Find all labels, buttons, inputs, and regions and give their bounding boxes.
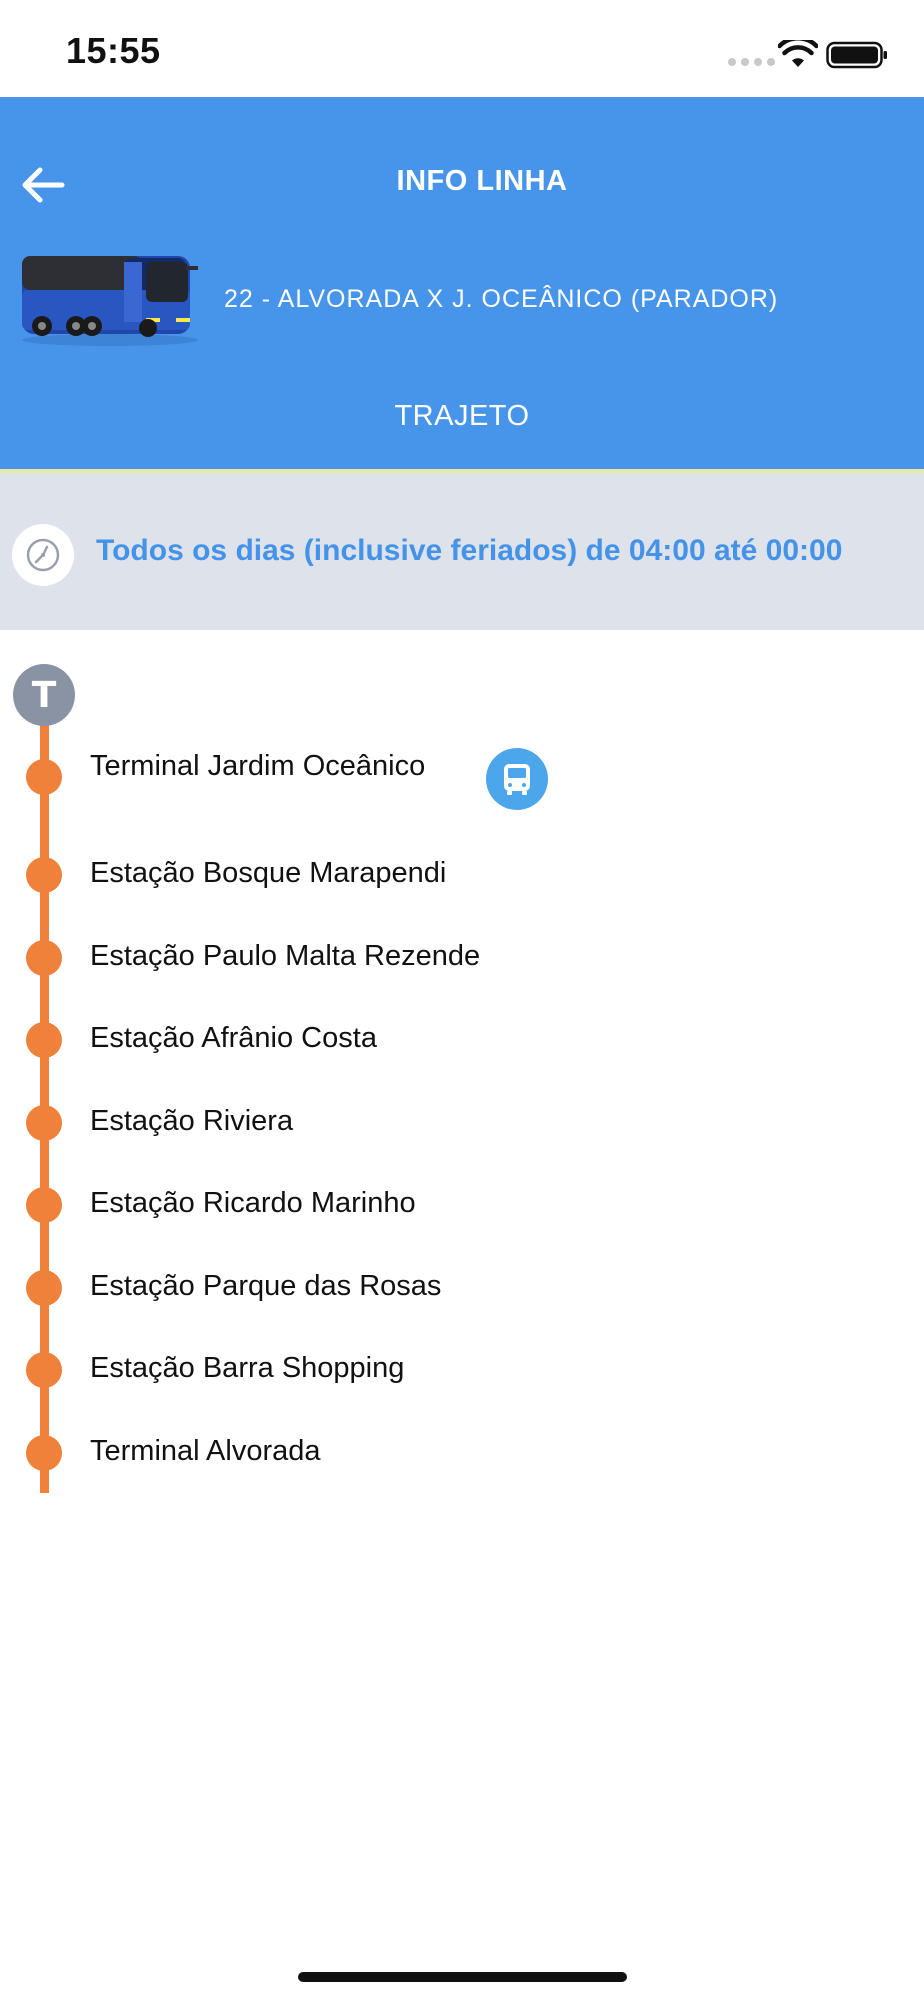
clock-icon — [12, 524, 74, 586]
page-title: INFO LINHA — [396, 165, 568, 197]
stop-label[interactable]: Estação Ricardo Marinho — [90, 1187, 416, 1220]
wifi-icon — [778, 40, 818, 67]
stop-label[interactable]: Estação Parque das Rosas — [90, 1270, 441, 1303]
stop-marker — [26, 759, 62, 795]
stop-label[interactable]: Terminal Alvorada — [90, 1435, 321, 1468]
tab-trajeto[interactable]: TRAJETO — [0, 400, 924, 433]
stop-marker — [26, 1352, 62, 1388]
stop-marker — [26, 857, 62, 893]
status-time: 15:55 — [66, 30, 161, 71]
stop-marker — [26, 1435, 62, 1471]
stop-label[interactable]: Estação Barra Shopping — [90, 1352, 404, 1385]
stop-label[interactable]: Terminal Jardim Oceânico — [90, 750, 425, 783]
bus-icon[interactable] — [486, 748, 548, 810]
terminal-badge: T — [13, 664, 75, 726]
battery-icon — [826, 41, 887, 69]
line-name: 22 - ALVORADA X J. OCEÂNICO (PARADOR) — [224, 285, 779, 313]
status-bar: 15:55 — [0, 0, 924, 97]
schedule-text: Todos os dias (inclusive feriados) de 04… — [96, 534, 843, 567]
stop-label[interactable]: Estação Riviera — [90, 1105, 293, 1138]
stop-label[interactable]: Estação Paulo Malta Rezende — [90, 940, 480, 973]
stop-marker — [26, 1022, 62, 1058]
home-indicator[interactable] — [298, 1972, 627, 1982]
stop-marker — [26, 940, 62, 976]
bus-image — [22, 256, 198, 346]
stop-marker — [26, 1105, 62, 1141]
stop-label[interactable]: Estação Afrânio Costa — [90, 1022, 377, 1055]
stop-marker — [26, 1187, 62, 1223]
stop-label[interactable]: Estação Bosque Marapendi — [90, 857, 446, 890]
stop-marker — [26, 1270, 62, 1306]
cellular-signal-icon — [728, 58, 775, 66]
